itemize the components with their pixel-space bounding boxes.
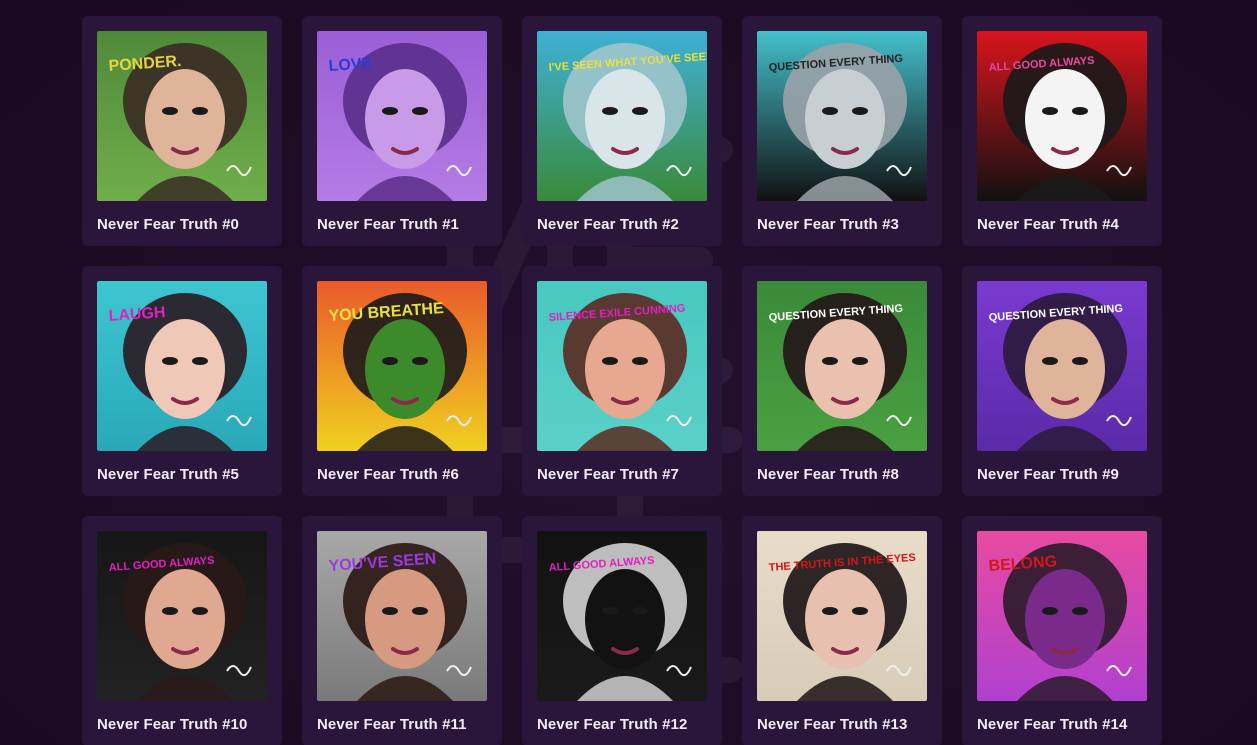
nft-artwork-thumbnail[interactable]: ALL GOOD ALWAYS	[97, 531, 267, 701]
nft-artwork-thumbnail[interactable]: PONDER.	[97, 31, 267, 201]
nft-card[interactable]: I'VE SEEN WHAT YOU'VE SEEN Never Fear Tr…	[522, 16, 722, 246]
artwork-painting: BELONG	[977, 531, 1147, 701]
gallery-page: PONDER. Never Fear Truth #0 LOVE Never F…	[0, 0, 1257, 745]
artwork-painting: I'VE SEEN WHAT YOU'VE SEEN	[537, 31, 707, 201]
nft-title: Never Fear Truth #11	[317, 716, 467, 733]
artwork-painting: ALL GOOD ALWAYS	[977, 31, 1147, 201]
nft-card[interactable]: ALL GOOD ALWAYS Never Fear Truth #4	[962, 16, 1162, 246]
nft-title: Never Fear Truth #8	[757, 466, 899, 483]
artwork-painting: ALL GOOD ALWAYS	[537, 531, 707, 701]
nft-gallery-grid: PONDER. Never Fear Truth #0 LOVE Never F…	[82, 16, 1162, 745]
nft-artwork-thumbnail[interactable]: BELONG	[977, 531, 1147, 701]
nft-card[interactable]: THE TRUTH IS IN THE EYES Never Fear Trut…	[742, 516, 942, 745]
nft-title: Never Fear Truth #9	[977, 466, 1119, 483]
nft-title: Never Fear Truth #3	[757, 216, 899, 233]
nft-title: Never Fear Truth #2	[537, 216, 679, 233]
nft-card[interactable]: BELONG Never Fear Truth #14	[962, 516, 1162, 745]
nft-artwork-thumbnail[interactable]: I'VE SEEN WHAT YOU'VE SEEN	[537, 31, 707, 201]
nft-artwork-thumbnail[interactable]: SILENCE EXILE CUNNING	[537, 281, 707, 451]
nft-title: Never Fear Truth #4	[977, 216, 1119, 233]
artwork-painting: LOVE	[317, 31, 487, 201]
artwork-painting: LAUGH	[97, 281, 267, 451]
nft-artwork-thumbnail[interactable]: LAUGH	[97, 281, 267, 451]
nft-card[interactable]: YOU'VE SEEN Never Fear Truth #11	[302, 516, 502, 745]
artwork-painting: ALL GOOD ALWAYS	[97, 531, 267, 701]
nft-card[interactable]: SILENCE EXILE CUNNING Never Fear Truth #…	[522, 266, 722, 496]
nft-artwork-thumbnail[interactable]: LOVE	[317, 31, 487, 201]
nft-title: Never Fear Truth #7	[537, 466, 679, 483]
nft-card[interactable]: QUESTION EVERY THING Never Fear Truth #8	[742, 266, 942, 496]
nft-artwork-thumbnail[interactable]: QUESTION EVERY THING	[757, 281, 927, 451]
artwork-painting: YOU'VE SEEN	[317, 531, 487, 701]
nft-title: Never Fear Truth #1	[317, 216, 459, 233]
nft-card[interactable]: LAUGH Never Fear Truth #5	[82, 266, 282, 496]
nft-artwork-thumbnail[interactable]: QUESTION EVERY THING	[757, 31, 927, 201]
artwork-painting: SILENCE EXILE CUNNING	[537, 281, 707, 451]
nft-card[interactable]: ALL GOOD ALWAYS Never Fear Truth #10	[82, 516, 282, 745]
nft-card[interactable]: QUESTION EVERY THING Never Fear Truth #3	[742, 16, 942, 246]
artwork-painting: QUESTION EVERY THING	[977, 281, 1147, 451]
nft-card[interactable]: PONDER. Never Fear Truth #0	[82, 16, 282, 246]
nft-card[interactable]: LOVE Never Fear Truth #1	[302, 16, 502, 246]
nft-title: Never Fear Truth #5	[97, 466, 239, 483]
artwork-painting: PONDER.	[97, 31, 267, 201]
nft-artwork-thumbnail[interactable]: ALL GOOD ALWAYS	[977, 31, 1147, 201]
nft-artwork-thumbnail[interactable]: QUESTION EVERY THING	[977, 281, 1147, 451]
nft-artwork-thumbnail[interactable]: YOU BREATHE	[317, 281, 487, 451]
artwork-painting: YOU BREATHE	[317, 281, 487, 451]
nft-title: Never Fear Truth #12	[537, 716, 688, 733]
nft-title: Never Fear Truth #13	[757, 716, 908, 733]
nft-card[interactable]: QUESTION EVERY THING Never Fear Truth #9	[962, 266, 1162, 496]
artwork-painting: QUESTION EVERY THING	[757, 281, 927, 451]
artwork-scribble-text: LOVE	[328, 55, 373, 75]
artwork-painting: THE TRUTH IS IN THE EYES	[757, 531, 927, 701]
nft-title: Never Fear Truth #14	[977, 716, 1128, 733]
nft-artwork-thumbnail[interactable]: ALL GOOD ALWAYS	[537, 531, 707, 701]
nft-card[interactable]: ALL GOOD ALWAYS Never Fear Truth #12	[522, 516, 722, 745]
nft-title: Never Fear Truth #0	[97, 216, 239, 233]
nft-title: Never Fear Truth #6	[317, 466, 459, 483]
nft-card[interactable]: YOU BREATHE Never Fear Truth #6	[302, 266, 502, 496]
nft-artwork-thumbnail[interactable]: YOU'VE SEEN	[317, 531, 487, 701]
nft-title: Never Fear Truth #10	[97, 716, 248, 733]
nft-artwork-thumbnail[interactable]: THE TRUTH IS IN THE EYES	[757, 531, 927, 701]
artwork-painting: QUESTION EVERY THING	[757, 31, 927, 201]
